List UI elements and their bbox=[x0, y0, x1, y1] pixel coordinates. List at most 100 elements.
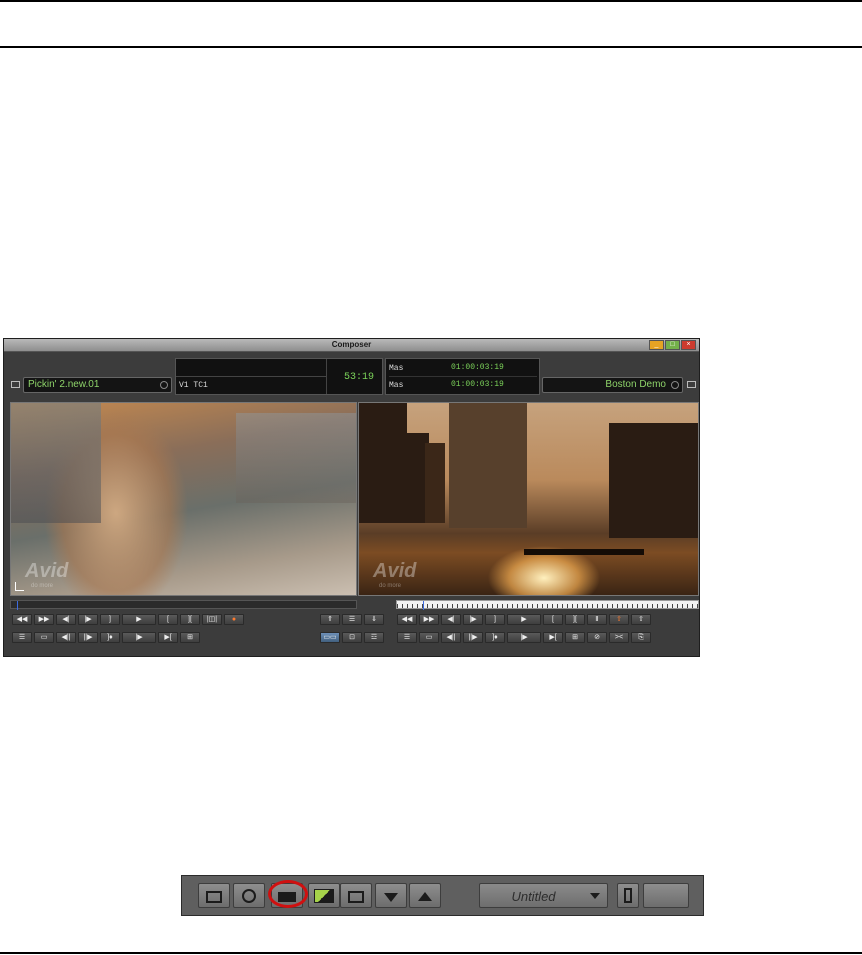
source-monitor[interactable]: Avid do more bbox=[10, 402, 357, 596]
rewind-button[interactable]: ◀◀ bbox=[397, 614, 417, 625]
source-position-bar[interactable] bbox=[10, 600, 357, 610]
color-correction-icon bbox=[314, 889, 334, 903]
triangle-up-icon bbox=[418, 892, 432, 901]
source-buttons-row-1: ◀◀ ▶▶ ◀| |▶ ] ▶ [ ][ |◫| ● bbox=[12, 614, 244, 625]
record-sequence-name: Boston Demo bbox=[605, 379, 666, 390]
center-timecode: 53:19 bbox=[344, 372, 375, 383]
mark-clip-button[interactable]: ][ bbox=[180, 614, 200, 625]
center-buttons-row-1: ⇑ ☰ ⇓ bbox=[320, 614, 384, 625]
track-label: V1 TC1 bbox=[179, 381, 208, 390]
overwrite-button[interactable]: ⇓ bbox=[364, 614, 384, 625]
go-to-in-button[interactable]: ▶[ bbox=[543, 632, 563, 643]
play-in-to-out-button[interactable]: |▶ bbox=[507, 632, 541, 643]
step-back-button[interactable]: ◀| bbox=[56, 614, 76, 625]
close-button[interactable]: × bbox=[681, 340, 696, 350]
lift-button[interactable]: ⇑ bbox=[320, 614, 340, 625]
source-clip-name: Pickin' 2.new.01 bbox=[28, 379, 100, 390]
split-view-button[interactable] bbox=[198, 883, 230, 908]
fast-forward-button[interactable]: ▶▶ bbox=[34, 614, 54, 625]
mark-in-button[interactable]: [ bbox=[543, 614, 563, 625]
highlight-circle bbox=[268, 880, 308, 908]
source-record-toggle-button[interactable]: ▭▭ bbox=[320, 632, 340, 643]
tc-row-2-label: Mas bbox=[389, 381, 404, 390]
composer-titlebar[interactable]: Composer _ □ × bbox=[4, 339, 699, 352]
record-buttons-row-1: ◀◀ ▶▶ ◀| |▶ ] ▶ [ ][ Ⅱ ⇧ ⇧ bbox=[397, 614, 651, 625]
move-down-button[interactable] bbox=[375, 883, 407, 908]
avid-watermark: Avid bbox=[373, 560, 417, 582]
record-position-bar[interactable] bbox=[396, 600, 699, 610]
memory-button[interactable] bbox=[617, 883, 639, 908]
corner-marker bbox=[15, 582, 24, 591]
record-timecode-panel[interactable]: Mas 01:00:03:19 Mas 01:00:03:19 bbox=[385, 358, 540, 395]
go-to-out-button[interactable]: ]♦ bbox=[485, 632, 505, 643]
application-toolbar: Untitled bbox=[181, 875, 704, 916]
mark-out-button[interactable]: ] bbox=[485, 614, 505, 625]
top-rule bbox=[0, 0, 862, 2]
splice-in-button[interactable]: ☰ bbox=[342, 614, 362, 625]
play-button[interactable]: ▶ bbox=[507, 614, 541, 625]
cancel-button[interactable]: ⊘ bbox=[587, 632, 607, 643]
record-menu-icon[interactable] bbox=[687, 381, 696, 388]
trim-forward-button[interactable]: ||▶ bbox=[78, 632, 98, 643]
extract-button[interactable]: ⇧ bbox=[609, 614, 629, 625]
target-icon bbox=[242, 889, 256, 903]
building-silhouette bbox=[609, 423, 698, 538]
go-to-in-button[interactable]: ▶[ bbox=[158, 632, 178, 643]
minimize-button[interactable]: _ bbox=[649, 340, 664, 350]
monitor-button[interactable] bbox=[340, 883, 372, 908]
copy-button[interactable]: ⎘ bbox=[631, 632, 651, 643]
record-sequence-menu[interactable]: Boston Demo bbox=[542, 377, 683, 393]
play-button[interactable]: ▶ bbox=[122, 614, 156, 625]
source-buttons-row-2: ☰ ▭ ◀|| ||▶ ]♦ |▶ ▶[ ⊞ bbox=[12, 632, 200, 643]
rewind-button[interactable]: ◀◀ bbox=[12, 614, 32, 625]
center-info-panel: V1 TC1 53:19 bbox=[175, 358, 383, 395]
tc-row-1-value: 01:00:03:19 bbox=[451, 363, 504, 372]
step-back-button[interactable]: ◀| bbox=[441, 614, 461, 625]
step-forward-button[interactable]: |▶ bbox=[78, 614, 98, 625]
center-info-blank bbox=[176, 359, 327, 377]
add-marker-button[interactable]: ● bbox=[224, 614, 244, 625]
mark-in-button[interactable]: [ bbox=[158, 614, 178, 625]
go-to-out-button[interactable]: ]♦ bbox=[100, 632, 120, 643]
rowing-boat bbox=[524, 549, 644, 555]
trim-back-button[interactable]: ◀|| bbox=[56, 632, 76, 643]
trim-back-button[interactable]: ◀|| bbox=[441, 632, 461, 643]
sequence-menu-button[interactable]: ☰ bbox=[397, 632, 417, 643]
match-frame-button[interactable]: |◫| bbox=[202, 614, 222, 625]
toggle-source-button[interactable]: ⊡ bbox=[342, 632, 362, 643]
step-forward-button[interactable]: |▶ bbox=[463, 614, 483, 625]
record-monitor[interactable]: Avid do more bbox=[358, 402, 699, 596]
tc-row-2[interactable]: Mas 01:00:03:19 bbox=[389, 379, 537, 393]
fast-forward-button[interactable]: ▶▶ bbox=[419, 614, 439, 625]
mark-clip-button[interactable]: ][ bbox=[565, 614, 585, 625]
composer-window: Composer _ □ × Pickin' 2.new.01 V1 TC1 5… bbox=[3, 338, 700, 657]
source-position-indicator[interactable] bbox=[17, 601, 18, 610]
source-menu-icon[interactable] bbox=[11, 381, 20, 388]
lift-record-button[interactable]: ⇧ bbox=[631, 614, 651, 625]
move-up-button[interactable] bbox=[409, 883, 441, 908]
dropdown-arrow-icon bbox=[590, 893, 600, 899]
trim-forward-button[interactable]: ||▶ bbox=[463, 632, 483, 643]
effect-button[interactable]: ⊞ bbox=[565, 632, 585, 643]
color-correction-button[interactable] bbox=[308, 883, 340, 908]
loop-button[interactable]: ▭ bbox=[419, 632, 439, 643]
record-position-indicator[interactable] bbox=[423, 601, 424, 610]
clip-name-menu-button[interactable]: ☰ bbox=[12, 632, 32, 643]
sync-button[interactable]: ☲ bbox=[364, 632, 384, 643]
quad-split-button[interactable]: ⊞ bbox=[180, 632, 200, 643]
status-field[interactable] bbox=[643, 883, 689, 908]
play-in-to-out-button[interactable]: |▶ bbox=[122, 632, 156, 643]
avid-watermark-sub: do more bbox=[379, 583, 402, 589]
monitor-icon bbox=[348, 891, 364, 903]
mark-out-button[interactable]: ] bbox=[100, 614, 120, 625]
center-info-row[interactable]: V1 TC1 bbox=[176, 377, 327, 394]
swap-button[interactable]: >< bbox=[609, 632, 629, 643]
clear-marks-button[interactable]: Ⅱ bbox=[587, 614, 607, 625]
loop-button[interactable]: ▭ bbox=[34, 632, 54, 643]
target-button[interactable] bbox=[233, 883, 265, 908]
maximize-button[interactable]: □ bbox=[665, 340, 680, 350]
project-name-menu[interactable]: Untitled bbox=[479, 883, 608, 908]
tc-row-2-value: 01:00:03:19 bbox=[451, 380, 504, 389]
source-clip-menu[interactable]: Pickin' 2.new.01 bbox=[23, 377, 172, 393]
tc-row-1[interactable]: Mas 01:00:03:19 bbox=[389, 362, 537, 377]
